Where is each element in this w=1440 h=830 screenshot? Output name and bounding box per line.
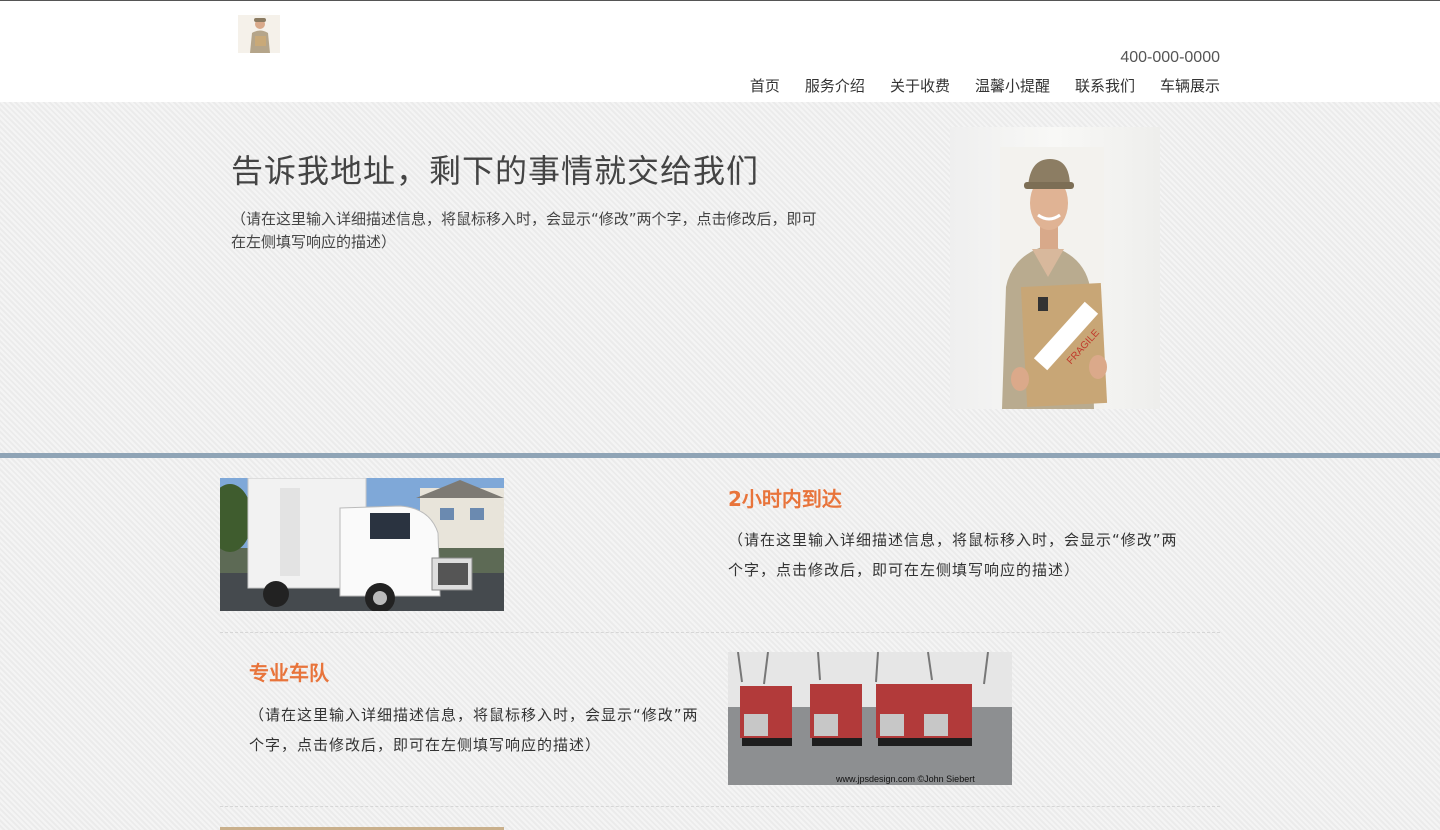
nav-services[interactable]: 服务介绍 bbox=[805, 75, 865, 96]
feature-description-fleet: （请在这里输入详细描述信息，将鼠标移入时，会显示“修改”两个字，点击修改后，即可… bbox=[249, 706, 699, 754]
feature-title-fleet: 专业车队 bbox=[249, 661, 329, 685]
logo[interactable] bbox=[238, 15, 280, 53]
features-section: 2小时内到达 （请在这里输入详细描述信息，将鼠标移入时，会显示“修改”两个字，点… bbox=[0, 458, 1440, 830]
nav-contact[interactable]: 联系我们 bbox=[1075, 75, 1135, 96]
site-header: 400-000-0000 首页 服务介绍 关于收费 温馨小提醒 联系我们 车辆展… bbox=[0, 1, 1440, 102]
nav-tips[interactable]: 温馨小提醒 bbox=[975, 75, 1050, 96]
nav-pricing[interactable]: 关于收费 bbox=[890, 75, 950, 96]
hero-banner: 告诉我地址，剩下的事情就交给我们 （请在这里输入详细描述信息，将鼠标移入时，会显… bbox=[0, 102, 1440, 453]
feature-description-arrival: （请在这里输入详细描述信息，将鼠标移入时，会显示“修改”两个字，点击修改后，即可… bbox=[728, 531, 1178, 579]
white-truck-image bbox=[220, 478, 504, 611]
red-trucks-image: www.jpsdesign.com ©John Siebert bbox=[728, 652, 1012, 785]
feature-title-arrival: 2小时内到达 bbox=[728, 487, 842, 511]
nav-home[interactable]: 首页 bbox=[750, 75, 780, 96]
hero-title: 告诉我地址，剩下的事情就交给我们 bbox=[231, 152, 760, 190]
nav-vehicles[interactable]: 车辆展示 bbox=[1160, 75, 1220, 96]
image-watermark: www.jpsdesign.com ©John Siebert bbox=[835, 774, 975, 784]
dashed-separator bbox=[220, 806, 1220, 807]
main-nav: 首页 服务介绍 关于收费 温馨小提醒 联系我们 车辆展示 bbox=[725, 75, 1220, 96]
dashed-separator bbox=[220, 632, 1220, 633]
phone-number: 400-000-0000 bbox=[1120, 49, 1220, 66]
hero-description: （请在这里输入详细描述信息，将鼠标移入时，会显示“修改”两个字，点击修改后，即可… bbox=[231, 210, 817, 251]
delivery-man-image: FRAGILE bbox=[920, 127, 1166, 409]
